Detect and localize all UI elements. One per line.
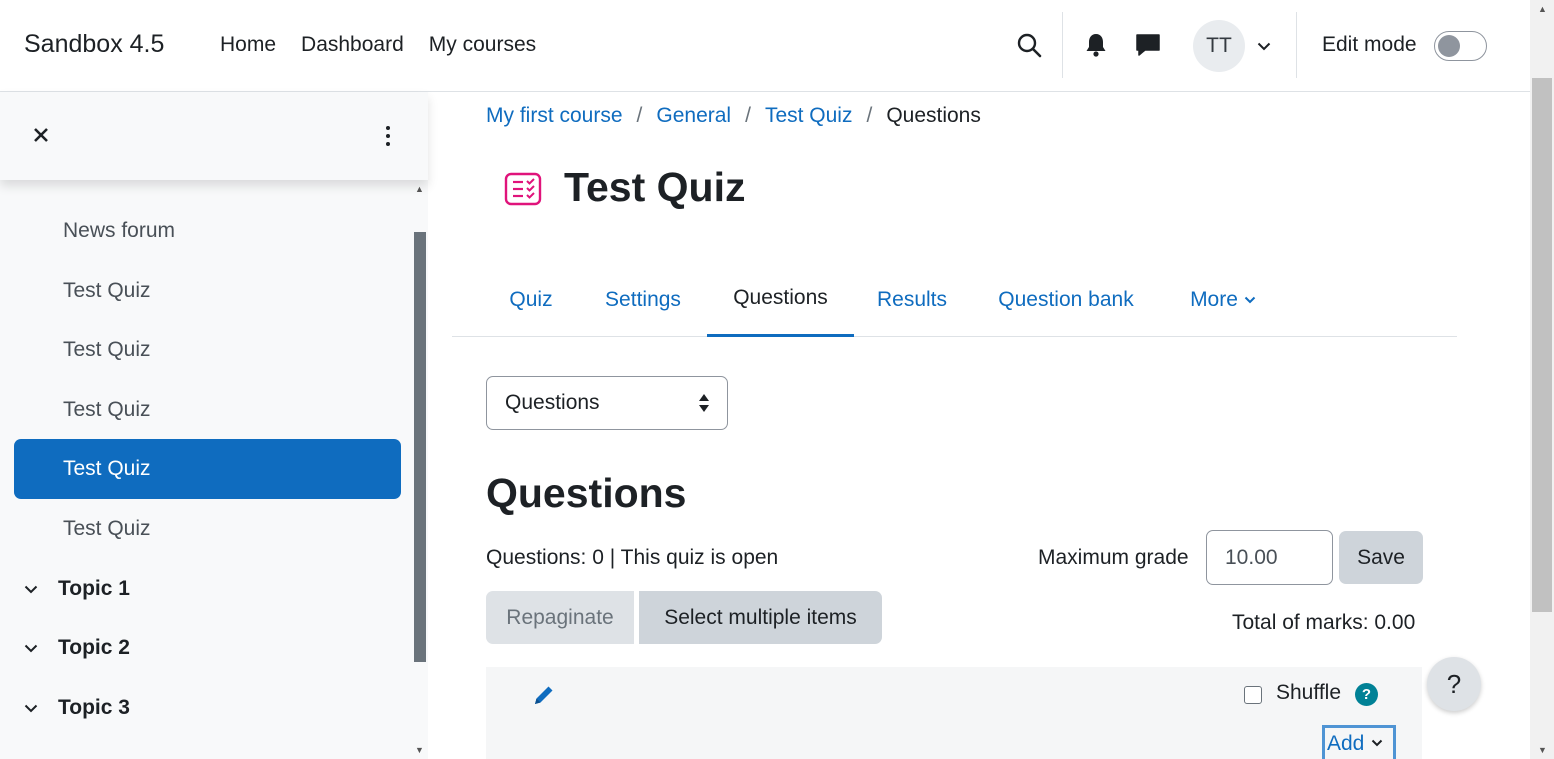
breadcrumb-quiz-link[interactable]: Test Quiz — [765, 104, 853, 128]
shuffle-label: Shuffle — [1276, 681, 1341, 704]
nav-home-link[interactable]: Home — [220, 33, 276, 57]
tab-results[interactable]: Results — [868, 262, 956, 337]
floating-help-button[interactable]: ? — [1427, 657, 1481, 711]
drawer-topic-2[interactable]: Topic 2 — [24, 618, 130, 678]
drawer-item-test-quiz[interactable]: Test Quiz — [14, 380, 401, 440]
breadcrumb-current: Questions — [886, 104, 981, 127]
maximum-grade-label: Maximum grade — [1038, 546, 1189, 569]
chevron-down-icon — [24, 704, 48, 713]
drawer-item-news-forum[interactable]: News forum — [14, 201, 401, 261]
navbar-divider — [1062, 12, 1063, 78]
chevron-down-icon — [1244, 296, 1256, 304]
select-value: Questions — [505, 391, 600, 414]
nav-my-courses-link[interactable]: My courses — [429, 33, 536, 57]
breadcrumb-separator: / — [866, 104, 873, 127]
page-title: Test Quiz — [564, 164, 746, 210]
select-multiple-items-button[interactable]: Select multiple items — [639, 591, 882, 644]
total-marks: Total of marks: 0.00 — [1232, 611, 1416, 634]
avatar-initials: TT — [1206, 34, 1232, 57]
scroll-up-icon[interactable]: ▲ — [1538, 4, 1547, 14]
shuffle-checkbox[interactable] — [1244, 686, 1262, 704]
close-icon[interactable] — [28, 122, 54, 148]
scroll-down-icon[interactable]: ▼ — [415, 745, 424, 755]
drawer-item-test-quiz[interactable]: Test Quiz — [14, 499, 401, 559]
drawer-scrollbar[interactable]: ▲ ▼ — [412, 180, 427, 759]
pencil-icon[interactable] — [532, 683, 558, 709]
drawer-scrollbar-thumb[interactable] — [414, 232, 426, 662]
search-icon[interactable] — [1014, 30, 1044, 60]
quiz-activity-icon — [504, 172, 544, 208]
quiz-section: Shuffle ? Add — [486, 667, 1422, 759]
main-content: My first course / General / Test Quiz / … — [428, 92, 1530, 759]
bell-icon[interactable] — [1083, 32, 1109, 58]
tab-question-bank[interactable]: Question bank — [984, 262, 1148, 337]
drawer-topic-3[interactable]: Topic 3 — [24, 678, 130, 738]
breadcrumb: My first course / General / Test Quiz / … — [486, 104, 981, 128]
primary-navigation: Home Dashboard My courses — [220, 33, 536, 57]
breadcrumb-separator: / — [745, 104, 751, 127]
messages-icon[interactable] — [1134, 32, 1162, 58]
drawer-item-test-quiz[interactable]: Test Quiz — [14, 320, 401, 380]
edit-mode-label: Edit mode — [1322, 33, 1417, 56]
drawer-header — [0, 92, 428, 180]
tab-more[interactable]: More — [1180, 262, 1266, 337]
select-arrows-icon — [698, 393, 710, 413]
course-index-drawer: News forum Test Quiz Test Quiz Test Quiz… — [0, 92, 428, 759]
repaginate-button[interactable]: Repaginate — [486, 591, 634, 644]
chevron-down-icon — [24, 585, 48, 594]
maximum-grade-input[interactable] — [1206, 530, 1333, 585]
chevron-down-icon[interactable] — [1254, 36, 1274, 56]
save-button[interactable]: Save — [1339, 531, 1423, 584]
page-scrollbar[interactable]: ▲ ▼ — [1530, 0, 1554, 759]
page-scrollbar-thumb[interactable] — [1532, 78, 1552, 612]
add-label: Add — [1327, 732, 1365, 755]
tab-questions[interactable]: Questions — [707, 262, 854, 337]
tab-settings[interactable]: Settings — [588, 262, 698, 337]
navbar-divider — [1296, 12, 1297, 78]
help-icon[interactable]: ? — [1355, 683, 1378, 706]
quiz-status-text: Questions: 0 | This quiz is open — [486, 546, 779, 569]
questions-view-select[interactable]: Questions — [486, 376, 728, 430]
drawer-topic-1[interactable]: Topic 1 — [24, 559, 130, 619]
topic-label: Topic 3 — [58, 696, 130, 719]
tab-more-label: More — [1190, 287, 1238, 311]
toggle-knob — [1438, 35, 1460, 57]
section-heading: Questions — [486, 470, 687, 516]
topic-label: Topic 1 — [58, 577, 130, 600]
scroll-down-icon[interactable]: ▼ — [1538, 745, 1547, 755]
drawer-item-test-quiz[interactable]: Test Quiz — [14, 261, 401, 321]
top-navbar: Sandbox 4.5 Home Dashboard My courses TT… — [0, 0, 1530, 92]
topic-label: Topic 2 — [58, 636, 130, 659]
tab-quiz[interactable]: Quiz — [486, 262, 576, 337]
chevron-down-icon — [1371, 739, 1383, 747]
kebab-menu-icon[interactable] — [378, 122, 398, 150]
scroll-up-icon[interactable]: ▲ — [415, 184, 424, 194]
breadcrumb-separator: / — [636, 104, 643, 127]
chevron-down-icon — [24, 644, 48, 653]
edit-mode-toggle[interactable] — [1434, 31, 1487, 61]
site-brand[interactable]: Sandbox 4.5 — [24, 30, 164, 59]
user-avatar[interactable]: TT — [1193, 20, 1245, 72]
drawer-item-test-quiz-active[interactable]: Test Quiz — [14, 439, 401, 499]
breadcrumb-section-link[interactable]: General — [656, 104, 731, 128]
add-question-button[interactable]: Add — [1322, 725, 1396, 759]
secondary-navigation: Quiz Settings Questions Results Question… — [452, 262, 1457, 337]
breadcrumb-course-link[interactable]: My first course — [486, 104, 623, 128]
nav-dashboard-link[interactable]: Dashboard — [301, 33, 404, 57]
